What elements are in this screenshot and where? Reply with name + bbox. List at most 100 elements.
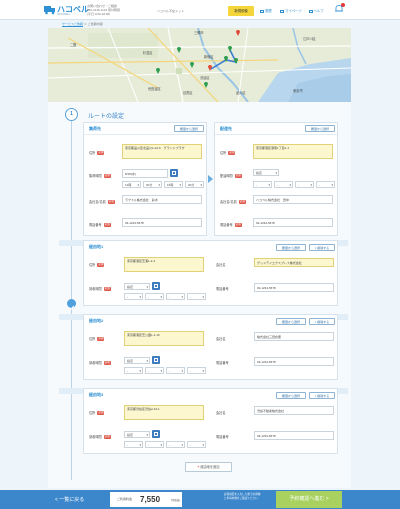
waypoint-time-select[interactable]: 指定 ▾ [124,431,150,438]
back-to-list-link[interactable]: < 一覧に戻る [55,496,84,503]
waypoint-history-button[interactable]: 履歴から選択 [276,392,306,399]
waypoint-address-input[interactable]: 東京都港区芝公園1-1-16 [124,331,204,346]
required-badge: 必須 [97,411,105,416]
logo[interactable]: ハコベル HACOBELL [44,4,89,16]
waypoint-company-input[interactable]: グッドデイエクスプレス株式会社 [254,258,334,267]
waypoint-time-to-min[interactable]: - ▾ [187,293,206,300]
arrow-right-icon [208,175,213,183]
waypoint-address-label: 住所 必須 [89,410,105,416]
select-value: 00分 [146,183,153,187]
waypoint-time-hour[interactable]: - ▾ [124,293,143,300]
calendar-icon[interactable] [152,430,160,438]
confirm-reservation-button[interactable]: 予約確認へ進む > [276,491,342,508]
add-waypoint-button[interactable]: + 経由地を追加 [185,462,232,472]
calendar-icon[interactable] [152,356,160,364]
breadcrumb: サービスご依頼 ＞ ご依頼内容 [62,22,103,26]
waypoint-company-input[interactable]: 株式会社三田倉庫 [254,332,334,341]
chevron-down-icon: ▾ [160,369,162,373]
waypoint-time-min[interactable]: - ▾ [145,441,164,448]
chevron-down-icon: ▾ [289,183,291,187]
waypoint-remove-button[interactable]: × 削除する [309,318,335,325]
waypoint-history-button[interactable]: 履歴から選択 [276,244,306,251]
pickup-time-from-min[interactable]: 00分 ▾ [143,181,162,188]
note-line: と車両内容をご確認ください [224,496,258,500]
delivery-time-hour[interactable]: - ▾ [253,181,272,188]
delivery-heading: 配達先 [220,126,232,131]
waypoint-time-to-hour[interactable]: - ▾ [166,293,185,300]
waypoint-address-input[interactable]: 東京都渋谷区渋谷2-23-1 [124,405,204,420]
nav-new-order[interactable]: 新規依頼 [228,6,254,16]
waypoint-time-select[interactable]: 指定 ▾ [124,357,150,364]
route-map[interactable]: 三郷市 二筋 杉並区 江戸川区 新宿区 渋谷区 目黒区 品川区 世田谷区 東京湾 [48,28,351,102]
map-label: 江戸川区 [303,37,316,41]
map-label: 二筋 [70,43,77,47]
waypoint-company-label: 会社名 [216,411,226,415]
header: ハコベル HACOBELL お問い合わせ・ご相談 050-3145-1123 受… [0,0,400,20]
waypoint-time-select[interactable]: 指定 ▾ [124,283,150,290]
delivery-phone-input[interactable]: 03-1234-5678 [253,218,333,227]
delivery-time-min[interactable]: - ▾ [274,181,293,188]
waypoint-heading: 経由地3 [89,392,104,397]
pickup-company-input[interactable]: ラクスル株式会社 鈴木 [122,195,202,204]
nav-mypage[interactable]: マイページ [278,6,304,16]
delivery-time-select[interactable]: 指定 ▾ [253,169,279,176]
chevron-down-icon: ▾ [158,183,160,187]
waypoint-remove-button[interactable]: × 削除する [309,244,335,251]
placeholder: - [190,295,191,299]
chevron-down-icon: ▾ [181,295,183,299]
waypoint-time-min[interactable]: - ▾ [145,293,164,300]
waypoint-remove-button[interactable]: × 削除する [309,392,335,399]
delivery-address-input[interactable]: 東京都港区港南1丁目1-1 [253,144,333,159]
footer-note: 必須項目を入力した後でお荷物 と車両内容をご確認ください [224,493,276,500]
placeholder: - [298,183,299,187]
waypoint-company-label: 会社名 [216,337,226,341]
label-text: 住所 [89,411,96,415]
waypoint-time-hour[interactable]: - ▾ [124,367,143,374]
pickup-time-to-hour[interactable]: 15時 ▾ [164,181,183,188]
delivery-time-to-hour[interactable]: - ▾ [295,181,314,188]
breadcrumb-current: ＞ ご依頼内容 [83,22,103,26]
placeholder: - [256,183,257,187]
waypoint-time-to-min[interactable]: - ▾ [187,367,206,374]
pickup-phone-input[interactable]: 03-1234-5678 [122,218,202,227]
calendar-icon[interactable] [152,282,160,290]
pickup-time-from-hour[interactable]: 13時 ▾ [122,181,141,188]
waypoint-time-min[interactable]: - ▾ [145,367,164,374]
delivery-history-button[interactable]: 履歴から選択 [305,125,335,132]
calendar-icon[interactable] [170,169,178,177]
chevron-down-icon: ▾ [268,183,270,187]
delivery-time-to-min[interactable]: - ▾ [316,181,335,188]
waypoint-phone-input[interactable]: 03-1234-5678 [254,357,334,366]
breadcrumb-link[interactable]: サービスご依頼 [62,22,83,26]
waypoint-time-to-min[interactable]: - ▾ [187,441,206,448]
waypoint-phone-input[interactable]: 03-1234-5678 [254,431,334,440]
map-label: 新宿区 [204,55,214,59]
pickup-history-button[interactable]: 履歴から選択 [174,125,204,132]
select-value: 15時 [167,183,174,187]
nav-history[interactable]: 履歴 [258,6,274,16]
label-text: 到着時間 [89,435,102,439]
contact-info: お問い合わせ・ご相談 050-3145-1123 受付時間 (平日 9:00-1… [87,4,120,16]
pickup-time-to-min[interactable]: 00分 ▾ [185,181,204,188]
waypoint-company-input[interactable]: 渋谷不動産株式会社 [254,406,334,415]
contact-line: (平日 9:00-18:00) [87,12,111,16]
waypoint-time-to-hour[interactable]: - ▾ [166,441,185,448]
pickup-address-input[interactable]: 東京都品川区北品川1-22-6 グランドプラザ [122,144,202,159]
chevron-down-icon: ▾ [146,359,148,363]
placeholder: - [127,443,128,447]
waypoint-phone-input[interactable]: 03-1234-5678 [254,283,334,292]
waypoint-time-hour[interactable]: - ▾ [124,441,143,448]
waypoint-address-input[interactable]: 東京都港区芝浦1-2-3 [124,257,204,272]
nav-help[interactable]: ヘルプ [306,6,326,16]
pickup-date-input[interactable]: 9/18(水) [122,169,168,178]
nav-help-label: ヘルプ [313,9,324,13]
required-badge: 必須 [107,200,115,205]
required-badge: 必須 [97,151,105,156]
waypoint-card: 経由地2 履歴から選択 × 削除する 住所 必須 東京都港区芝公園1-1-16 会… [83,314,338,380]
waypoint-time-to-hour[interactable]: - ▾ [166,367,185,374]
delivery-company-input[interactable]: ハコベル株式会社 田中 [253,195,333,204]
waypoint-datetime-label: 到着時間 必須 [89,434,111,440]
waypoint-history-button[interactable]: 履歴から選択 [276,318,306,325]
nav-history-label: 履歴 [265,9,272,13]
chevron-down-icon: ▾ [202,295,204,299]
